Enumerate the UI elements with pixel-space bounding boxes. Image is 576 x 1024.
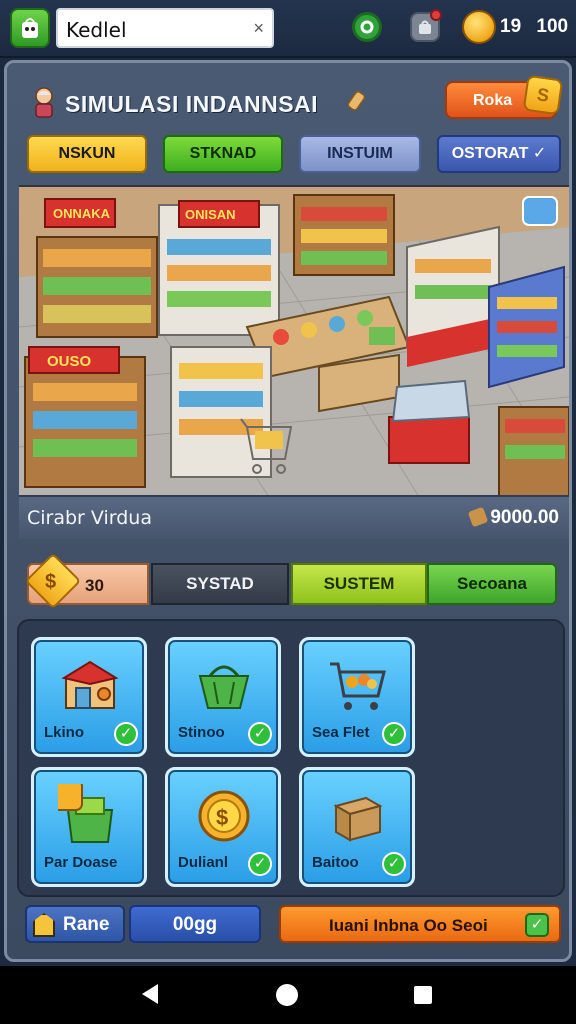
item-card-baitoo[interactable]: Baitoo ✓ <box>299 767 415 887</box>
item-card-dulianl[interactable]: $ Dulianl ✓ <box>165 767 281 887</box>
page-title: SIMULASI INDANNSAI <box>65 91 319 117</box>
rank-button[interactable]: Rane <box>25 905 125 943</box>
tab-nskun[interactable]: NSKUN <box>27 135 147 173</box>
coin-value-1: 19 <box>500 16 522 37</box>
item-card-par-doase[interactable]: Par Doase <box>31 767 147 887</box>
shop-icon[interactable] <box>352 12 382 42</box>
currency-badge[interactable]: $ 30 <box>24 552 149 610</box>
coin-value-2: 100 <box>536 16 569 37</box>
store-value-text: 9000.00 <box>490 507 559 528</box>
sign-3: OUSO <box>47 353 92 370</box>
search-input[interactable]: Kedlel × <box>56 8 274 48</box>
check-icon: ✓ <box>382 722 406 746</box>
currency-chip-icon: S <box>522 74 564 116</box>
green-crate-icon <box>58 784 114 843</box>
basket-icon <box>198 665 250 709</box>
shopping-cart-icon <box>330 662 386 710</box>
confirm-button[interactable]: Iuani Inbna Oo Seoi ✓ <box>279 905 561 943</box>
item-label: Par Doase <box>44 854 118 871</box>
shop-building-icon <box>61 660 119 709</box>
segment-secoana[interactable]: Secoana <box>427 563 557 605</box>
check-icon: ✓ <box>114 722 138 746</box>
sign-2: ONISAN <box>185 207 236 222</box>
confirm-label: Iuani Inbna Oo Seoi <box>329 916 488 935</box>
bag-icon[interactable] <box>410 9 442 42</box>
items-grid: Lkino ✓ Stinoo ✓ Sea Flet ✓ Par Doase $ … <box>17 619 565 897</box>
cardboard-box-icon <box>333 796 383 842</box>
play-button[interactable]: Roka S <box>445 74 564 119</box>
item-card-stinoo[interactable]: Stinoo ✓ <box>165 637 281 757</box>
dollar-glyph: $ <box>45 571 57 593</box>
system-nav-bar <box>0 966 576 1024</box>
tab-stknad[interactable]: STKNAD <box>163 135 283 173</box>
coin-counter: 19 100 <box>462 10 568 44</box>
item-card-sea-flet[interactable]: Sea Flet ✓ <box>299 637 415 757</box>
segment-sustem[interactable]: SUSTEM <box>291 563 427 605</box>
coin-icon <box>462 10 496 44</box>
gold-coin-icon: $ <box>198 790 250 842</box>
item-card-lkino[interactable]: Lkino ✓ <box>31 637 147 757</box>
play-button-label: Roka <box>473 92 513 109</box>
rank-value-text: 00gg <box>172 914 218 935</box>
badge-value: 30 <box>85 576 104 595</box>
top-bar: Kedlel × 19 100 <box>0 0 576 58</box>
check-icon: ✓ <box>248 722 272 746</box>
item-label: Baitoo <box>312 854 359 871</box>
segment-systad[interactable]: SYSTAD <box>151 563 289 605</box>
rank-label: Rane <box>63 914 110 935</box>
tab-ostorat[interactable]: OSTORAT ✓ <box>437 135 561 173</box>
category-tabs: NSKUN STKNAD INSTUIM OSTORAT ✓ <box>27 135 563 175</box>
search-value: Kedlel <box>66 18 127 42</box>
store-scene[interactable]: ONNAKA ONISAN OUSO <box>19 185 569 495</box>
sign-1: ONNAKA <box>53 206 111 221</box>
home-icon[interactable] <box>276 984 298 1006</box>
item-label: Lkino <box>44 724 84 741</box>
notification-badge <box>430 9 442 21</box>
tab-instuim[interactable]: INSTUIM <box>299 135 421 173</box>
store-illustration: ONNAKA ONISAN OUSO <box>19 187 569 495</box>
close-icon[interactable]: × <box>253 18 264 39</box>
money-bag-icon <box>468 506 489 528</box>
recent-apps-icon[interactable] <box>414 986 432 1004</box>
item-label: Stinoo <box>178 724 225 741</box>
info-bar: Cirabr Virdua 9000.00 <box>19 495 569 539</box>
back-icon[interactable] <box>142 984 158 1004</box>
house-icon <box>33 913 55 937</box>
store-value: 9000.00 <box>468 506 559 529</box>
item-label: Dulianl <box>178 854 229 871</box>
shopkeeper-icon <box>35 87 53 118</box>
check-icon: ✓ <box>382 852 406 876</box>
app-icon[interactable] <box>10 8 50 48</box>
check-icon: ✓ <box>248 852 272 876</box>
rank-value: 00gg <box>129 905 261 943</box>
main-panel: SIMULASI INDANNSAI Roka S NSKUN STKNAD I… <box>4 60 572 962</box>
scroll-icon <box>347 91 366 111</box>
checkmark-icon: ✓ <box>525 913 549 937</box>
item-label: Sea Flet <box>312 724 370 741</box>
bottom-bar: Rane 00gg Iuani Inbna Oo Seoi ✓ <box>23 905 563 945</box>
svg-text:$: $ <box>216 805 228 830</box>
mode-selector: $ 30 SYSTAD SUSTEM Secoana <box>24 552 561 610</box>
store-name: Cirabr Virdua <box>27 507 152 529</box>
